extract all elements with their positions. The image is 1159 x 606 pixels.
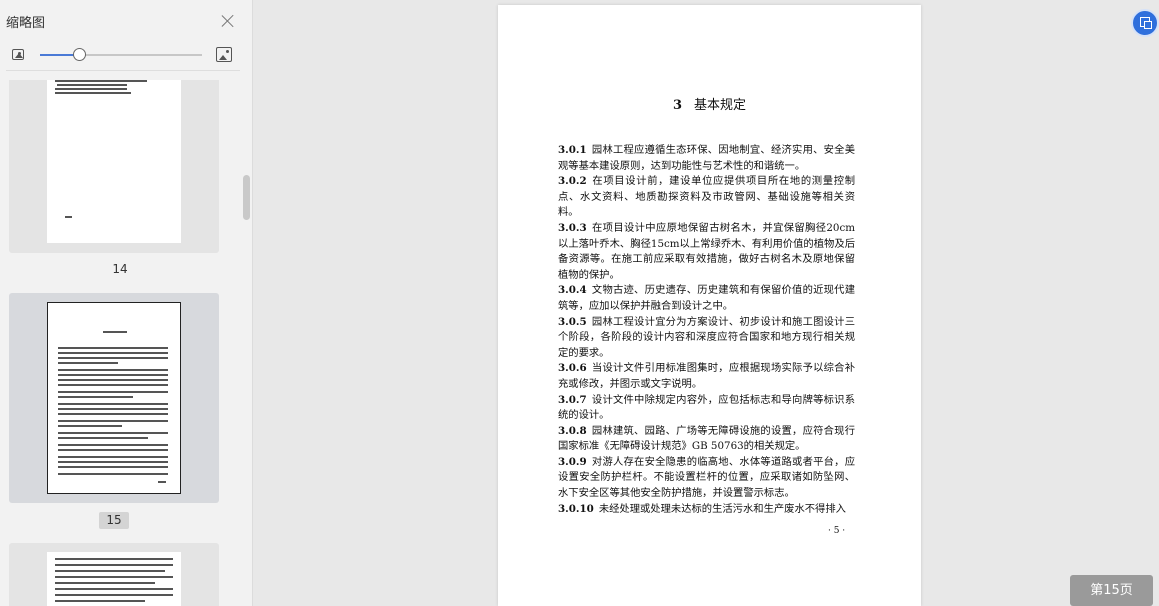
clause-number: 3.0.6 [558,362,587,375]
clause-text: 文物古迹、历史遗存、历史建筑和有保留价值的近现代建筑等，应加以保护并融合到设计之… [558,284,855,312]
document-page: 3 基本规定 3.0.1 园林工程应遵循生态环保、因地制宜、经济实用、安全美观等基本… [498,5,921,606]
zoom-slider-handle[interactable] [72,48,86,61]
clause-number: 3.0.4 [558,284,587,297]
clause-text: 园林建筑、园路、广场等无障碍设施的设置，应符合现行国家标准《无障碍设计规范》GB… [558,424,855,453]
heading-text: 基本规定 [694,98,747,113]
clause-text: 当设计文件引用标准图集时，应根据现场实际予以综合补充或修改，并图示或文字说明。 [558,362,855,390]
sidebar-title: 缩略图 [6,16,46,31]
close-icon[interactable] [219,12,237,30]
clause-number: 3.0.9 [558,455,587,468]
clause-text: 园林工程应遵循生态环保、因地制宜、经济实用、安全美观等基本建设原则，达到功能性与… [558,144,855,172]
clause: 3.0.1 园林工程应遵循生态环保、因地制宜、经济实用、安全美观等基本建设原则，达… [558,143,855,174]
clause-number: 3.0.1 [558,144,587,156]
page-number: · 5 · [828,526,846,536]
clause: 3.0.6 当设计文件引用标准图集时，应根据现场实际予以综合补充或修改，并图示或文… [558,361,855,392]
zoom-in-image-icon[interactable] [216,47,232,62]
thumbnail-label-14: 14 [112,262,128,276]
clause: 3.0.7 设计文件中除规定内容外，应包括标志和导向牌等标识系统的设计。 [558,393,855,424]
thumbnail-label-15: 15 [99,512,129,529]
clause: 3.0.5 园林工程设计宜分为方案设计、初步设计和施工图设计三个阶段，各阶段的设计… [558,315,855,362]
thumbnail-page-14 [47,80,181,243]
clause-number: 3.0.2 [558,175,587,188]
zoom-out-image-icon[interactable] [12,49,24,60]
sidebar-scrollbar[interactable] [243,175,250,220]
clause-text: 在项目设计中应原地保留古树名木，并宜保留胸径20cm以上落叶乔木、胸径15cm以… [558,221,855,281]
clause-number: 3.0.8 [558,424,587,437]
page-body: 3.0.1 园林工程应遵循生态环保、因地制宜、经济实用、安全美观等基本建设原则，达… [558,143,855,517]
thumbnail-list[interactable]: 14 15 [0,80,240,606]
page-indicator: 第15页 [1070,575,1153,606]
clause-number: 3.0.3 [558,221,587,234]
zoom-slider[interactable] [40,48,202,61]
clause: 3.0.4 文物古迹、历史遗存、历史建筑和有保留价值的近现代建筑等，应加以保护并融… [558,283,855,314]
thumbnail-card-14[interactable] [9,80,219,253]
thumbnail-sidebar: 缩略图 14 15 [0,0,253,606]
clause: 3.0.8 园林建筑、园路、广场等无障碍设施的设置，应符合现行国家标准《无障碍设计… [558,424,855,455]
clause-number: 3.0.10 [558,502,594,515]
screenshot-icon[interactable] [1131,9,1159,37]
thumbnail-card-16[interactable] [9,543,219,606]
clause-number: 3.0.7 [558,393,587,406]
page-heading: 3 基本规定 [498,94,921,113]
thumbnail-page-16 [47,552,181,606]
sidebar-divider [6,70,240,71]
clause-text: 设计文件中除规定内容外，应包括标志和导向牌等标识系统的设计。 [558,393,855,422]
clause-number: 3.0.5 [558,315,587,328]
thumbnail-page-15 [47,302,181,494]
clause: 3.0.2 在项目设计前，建设单位应提供项目所在地的测量控制点、水文资料、地质勘探… [558,174,855,221]
heading-number: 3 [672,98,683,113]
thumbnail-card-15[interactable] [9,293,219,503]
clause-text: 园林工程设计宜分为方案设计、初步设计和施工图设计三个阶段，各阶段的设计内容和深度… [558,315,855,359]
clause-text: 对游人存在安全隐患的临高地、水体等道路或者平台，应设置安全防护栏杆。不能设置栏杆… [558,455,855,500]
clause-text: 在项目设计前，建设单位应提供项目所在地的测量控制点、水文资料、地质勘探资料及市政… [558,175,855,219]
clause-text: 未经处理或处理未达标的生活污水和生产废水不得排入 [598,502,846,515]
clause: 3.0.3 在项目设计中应原地保留古树名木，并宜保留胸径20cm以上落叶乔木、胸径… [558,221,855,283]
clause: 3.0.9 对游人存在安全隐患的临高地、水体等道路或者平台，应设置安全防护栏杆。不… [558,455,855,502]
clause: 3.0.10 未经处理或处理未达标的生活污水和生产废水不得排入 [558,502,855,518]
